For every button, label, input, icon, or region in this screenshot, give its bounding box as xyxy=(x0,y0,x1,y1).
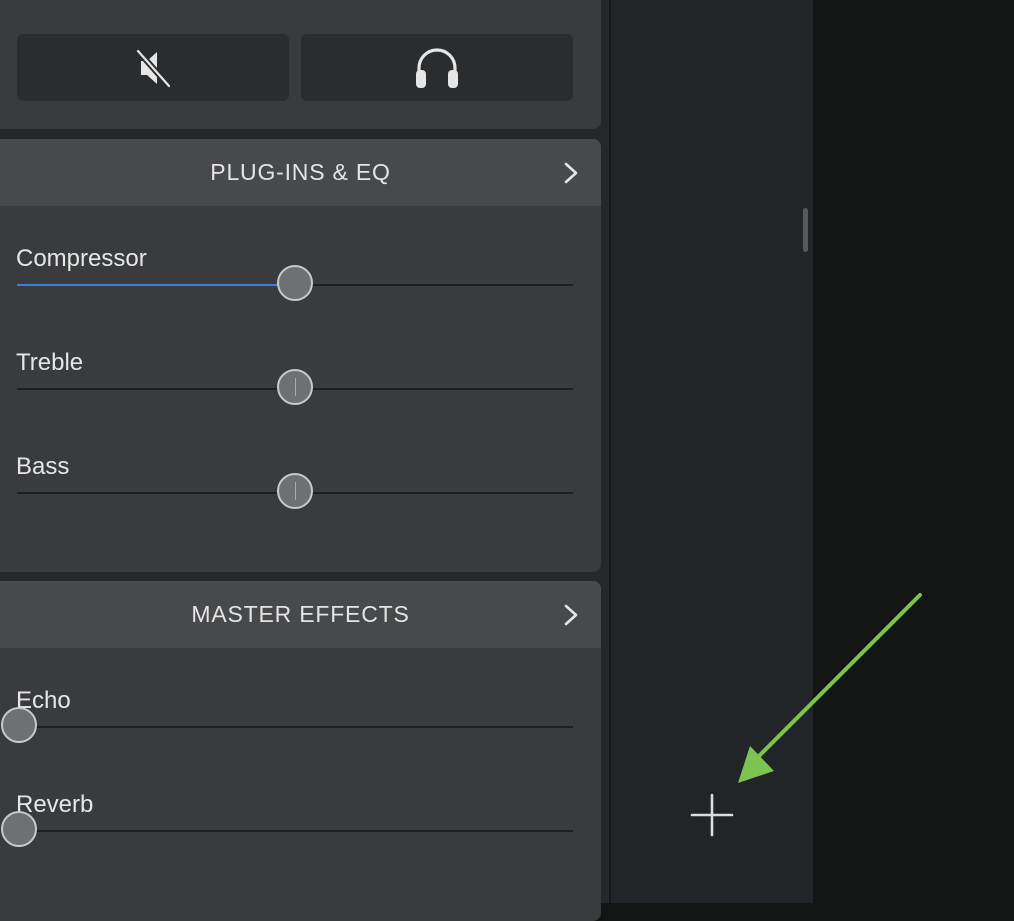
track-area xyxy=(611,0,813,903)
master-effects-title: MASTER EFFECTS xyxy=(191,601,410,627)
center-mark xyxy=(295,378,296,396)
treble-row: Treble xyxy=(0,349,601,449)
chevron-right-icon[interactable] xyxy=(559,159,583,187)
master-effects-card: MASTER EFFECTS Echo Reverb xyxy=(0,581,601,921)
center-mark xyxy=(295,482,296,500)
reverb-slider-knob[interactable] xyxy=(1,811,37,847)
headphones-icon xyxy=(416,47,458,88)
compressor-slider-fill xyxy=(17,284,295,286)
echo-row: Echo xyxy=(0,687,601,787)
plugins-eq-header[interactable]: PLUG-INS & EQ xyxy=(0,139,601,206)
echo-slider-track[interactable] xyxy=(17,726,573,728)
compressor-slider-knob[interactable] xyxy=(277,265,313,301)
plus-icon[interactable] xyxy=(689,792,735,838)
plugins-eq-title: PLUG-INS & EQ xyxy=(210,159,391,185)
slider-label: Treble xyxy=(16,349,84,376)
master-effects-header[interactable]: MASTER EFFECTS xyxy=(0,581,601,648)
plugins-eq-card: PLUG-INS & EQ Compressor Treble Bass xyxy=(0,139,601,572)
slider-label: Bass xyxy=(16,453,70,480)
chevron-right-icon[interactable] xyxy=(559,601,583,629)
compressor-row: Compressor xyxy=(0,245,601,345)
speaker-muted-icon xyxy=(135,47,172,89)
bass-row: Bass xyxy=(0,453,601,553)
reverb-row: Reverb xyxy=(0,791,601,891)
reverb-slider-track[interactable] xyxy=(17,830,573,832)
slider-label: Compressor xyxy=(16,245,147,272)
bass-slider-knob[interactable] xyxy=(277,473,313,509)
treble-slider-knob[interactable] xyxy=(277,369,313,405)
solo-headphones-button[interactable] xyxy=(301,34,573,101)
echo-slider-knob[interactable] xyxy=(1,707,37,743)
track-controls-card xyxy=(0,0,601,129)
mute-button[interactable] xyxy=(17,34,289,101)
scrollbar-thumb[interactable] xyxy=(803,208,808,252)
